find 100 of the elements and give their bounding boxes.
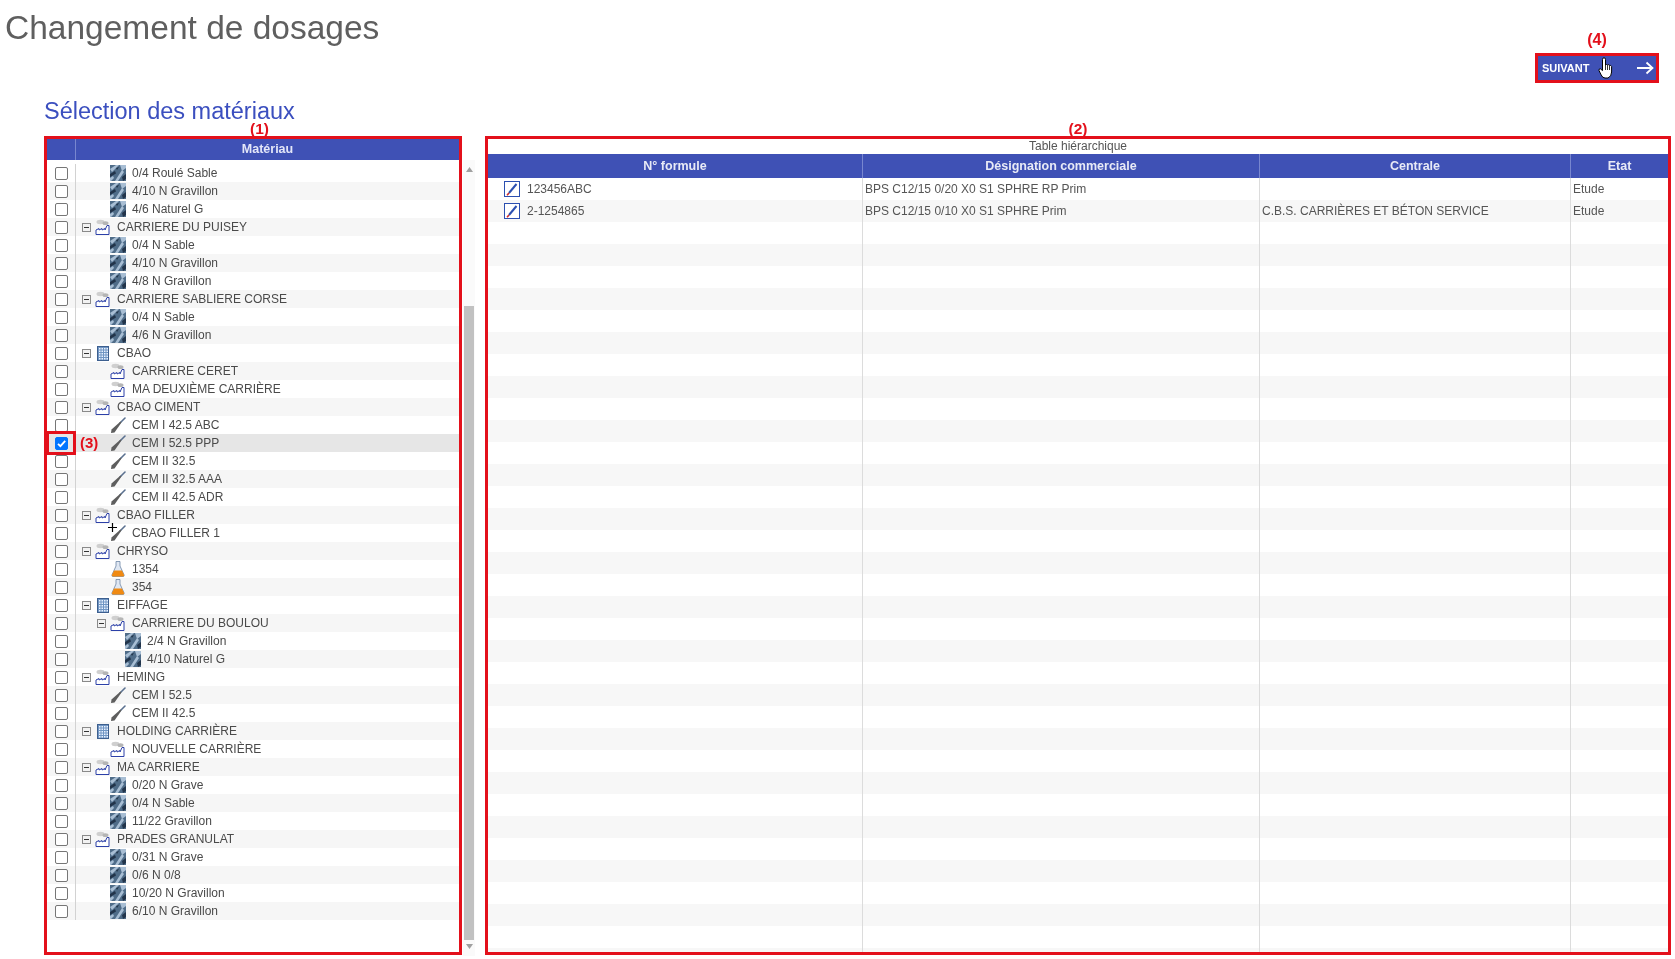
checkbox[interactable] [54,814,68,828]
tree-node-label[interactable]: 4/6 N Gravillon [132,326,212,344]
collapse-icon[interactable] [82,510,91,520]
checkbox[interactable] [54,490,68,504]
checkbox[interactable] [54,382,68,396]
checkbox[interactable] [54,508,68,522]
tree-node-label[interactable]: 4/10 N Gravillon [132,182,219,200]
checkbox[interactable] [54,688,68,702]
checkbox[interactable] [54,886,68,900]
tree-node-label[interactable]: CEM I 42.5 ABC [132,416,220,434]
checkbox[interactable] [54,868,68,882]
checkbox[interactable] [54,364,68,378]
checkbox[interactable] [54,526,68,540]
tree-node-label[interactable]: HEMING [117,668,165,686]
tree-node-label[interactable]: NOUVELLE CARRIÈRE [132,740,262,758]
tree-node-label[interactable]: CEM II 32.5 [132,452,196,470]
tree-node-label[interactable]: CARRIERE SABLIERE CORSE [117,290,288,308]
tree-node-label[interactable]: CEM II 32.5 AAA [132,470,223,488]
scrollbar[interactable] [463,160,475,956]
tree-node-label[interactable]: CBAO FILLER 1 [132,524,221,542]
checkbox[interactable] [54,850,68,864]
collapse-icon[interactable] [82,600,91,610]
tree-node-label[interactable]: 6/10 N Gravillon [132,902,219,920]
checkbox[interactable] [54,832,68,846]
collapse-icon[interactable] [82,402,91,412]
checkbox[interactable] [54,472,68,486]
checkbox[interactable] [54,562,68,576]
tree-node-label[interactable]: 0/6 N 0/8 [132,866,181,884]
collapse-icon[interactable] [82,834,91,844]
tree-node-label[interactable]: 11/22 Gravillon [132,812,212,830]
checkbox[interactable] [54,580,68,594]
tree-node-label[interactable]: EIFFAGE [117,596,168,614]
tree-node-label[interactable]: CARRIERE DU PUISEY [117,218,248,236]
collapse-icon[interactable] [82,726,91,736]
collapse-icon[interactable] [82,546,91,556]
column-header[interactable]: Etat [1571,154,1668,178]
checkbox[interactable] [54,436,68,450]
tree-node-label[interactable]: CEM II 42.5 [132,704,196,722]
tree-node-label[interactable]: CEM II 42.5 ADR [132,488,224,506]
checkbox[interactable] [54,670,68,684]
checkbox[interactable] [54,238,68,252]
tree-node-label[interactable]: CARRIERE CERET [132,362,238,380]
tree-node-label[interactable]: 2/4 N Gravillon [147,632,227,650]
checkbox[interactable] [54,184,68,198]
collapse-icon[interactable] [82,294,91,304]
checkbox[interactable] [54,310,68,324]
checkbox[interactable] [54,202,68,216]
collapse-icon[interactable] [82,762,91,772]
scroll-down-icon[interactable] [465,944,473,949]
tree-node-label[interactable]: 10/20 N Gravillon [132,884,225,902]
collapse-icon[interactable] [82,222,91,232]
tree-node-label[interactable]: 0/4 N Sable [132,236,195,254]
tree-node-label[interactable]: PRADES GRANULAT [117,830,235,848]
tree-node-label[interactable]: CBAO FILLER [117,506,196,524]
tree-node-label[interactable]: CBAO [117,344,151,362]
collapse-icon[interactable] [97,618,106,628]
tree-node-label[interactable]: 354 [132,578,153,596]
scroll-up-icon[interactable] [465,167,473,172]
tree-node-label[interactable]: CARRIERE DU BOULOU [132,614,269,632]
checkbox[interactable] [54,400,68,414]
checkbox[interactable] [54,760,68,774]
tree-node-label[interactable]: 4/8 N Gravillon [132,272,212,290]
checkbox[interactable] [54,292,68,306]
tree-node-label[interactable]: HOLDING CARRIÈRE [117,722,238,740]
column-header[interactable]: Matériau [76,139,459,160]
checkbox[interactable] [54,346,68,360]
collapse-icon[interactable] [82,672,91,682]
checkbox[interactable] [54,706,68,720]
checkbox[interactable] [54,274,68,288]
tree-node-label[interactable]: 4/10 N Gravillon [132,254,219,272]
tree-node-label[interactable]: CBAO CIMENT [117,398,201,416]
checkbox[interactable] [54,544,68,558]
next-button[interactable]: SUIVANT [1538,56,1656,80]
tree-node-label[interactable]: 1354 [132,560,159,578]
checkbox[interactable] [54,256,68,270]
checkbox[interactable] [54,328,68,342]
checkbox[interactable] [54,796,68,810]
checkbox[interactable] [54,742,68,756]
checkbox[interactable] [54,634,68,648]
tree-node-label[interactable]: 0/31 N Grave [132,848,204,866]
tree-node-label[interactable]: MA CARRIERE [117,758,200,776]
checkbox[interactable] [54,904,68,918]
checkbox[interactable] [54,778,68,792]
checkbox[interactable] [54,652,68,666]
tree-node-label[interactable]: CHRYSO [117,542,169,560]
tree-node-label[interactable]: 0/20 N Grave [132,776,204,794]
checkbox[interactable] [54,616,68,630]
collapse-icon[interactable] [82,348,91,358]
tree-node-label[interactable]: 4/10 Naturel G [147,650,226,668]
tree-node-label[interactable]: MA DEUXIÈME CARRIÈRE [132,380,281,398]
tree-node-label[interactable]: CEM I 52.5 [132,686,193,704]
table-row[interactable]: 2-1254865 BPS C12/15 0/10 X0 S1 SPHRE Prim C.B.S. CARRIÈRES ET BÉTON SERVICE Etude [488,200,1668,222]
checkbox[interactable] [54,418,68,432]
tree-node-label[interactable]: 4/6 Naturel G [132,200,204,218]
checkbox[interactable] [54,220,68,234]
tree-node-label[interactable]: CEM I 52.5 PPP [132,434,220,452]
tree-node-label[interactable]: 0/4 Roulé Sable [132,164,218,182]
checkbox[interactable] [54,166,68,180]
tree-node-label[interactable]: 0/4 N Sable [132,308,195,326]
scrollbar-thumb[interactable] [464,306,474,940]
